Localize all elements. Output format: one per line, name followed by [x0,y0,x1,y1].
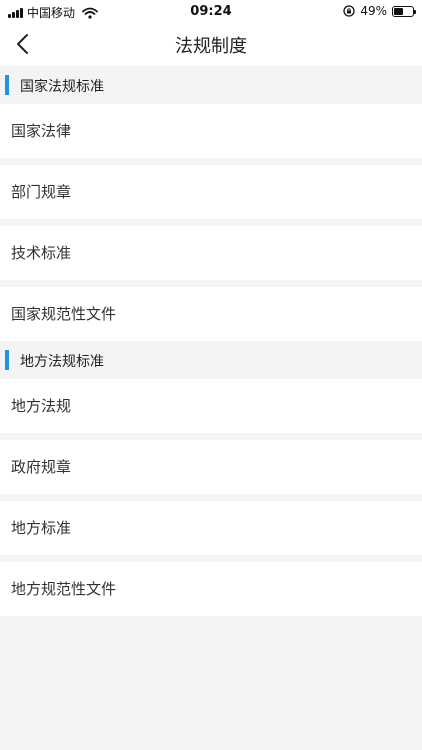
orientation-lock-icon [343,5,355,17]
nav-bar: 法规制度 [0,22,422,66]
list-item-label: 地方法规 [11,397,72,415]
battery-icon [392,5,416,17]
list-item[interactable]: 地方法规 [0,379,422,433]
section-local: 地方法规标准 地方法规 政府规章 地方标准 地方规范性文件 [0,341,422,616]
status-right: 49% [343,4,416,18]
section-title: 地方法规标准 [20,354,104,370]
divider [0,158,422,165]
battery-percent: 49% [360,4,387,18]
section-title: 国家法规标准 [20,79,104,95]
list-item-label: 地方规范性文件 [11,580,117,598]
battery-level [394,7,403,15]
list-item-label: 技术标准 [11,244,72,262]
section-accent-bar [5,350,9,370]
list-item[interactable]: 部门规章 [0,165,422,219]
list-item[interactable]: 技术标准 [0,226,422,280]
divider [0,219,422,226]
section-national: 国家法规标准 国家法律 部门规章 技术标准 国家规范性文件 [0,66,422,341]
divider [0,555,422,562]
status-bar: 中国移动 09:24 49% [0,0,422,22]
section-header: 国家法规标准 [0,66,422,104]
divider [0,433,422,440]
list-item-label: 地方标准 [11,519,72,537]
divider [0,494,422,501]
list-item[interactable]: 国家法律 [0,104,422,158]
page-title: 法规制度 [175,36,247,57]
list-item-label: 国家规范性文件 [11,305,117,323]
list-item-label: 政府规章 [11,458,72,476]
divider [0,280,422,287]
list-item-label: 部门规章 [11,183,72,201]
list-item[interactable]: 政府规章 [0,440,422,494]
section-accent-bar [5,75,9,95]
list-item[interactable]: 地方标准 [0,501,422,555]
list-item[interactable]: 地方规范性文件 [0,562,422,616]
list-item[interactable]: 国家规范性文件 [0,287,422,341]
section-header: 地方法规标准 [0,341,422,379]
list-item-label: 国家法律 [11,122,72,140]
